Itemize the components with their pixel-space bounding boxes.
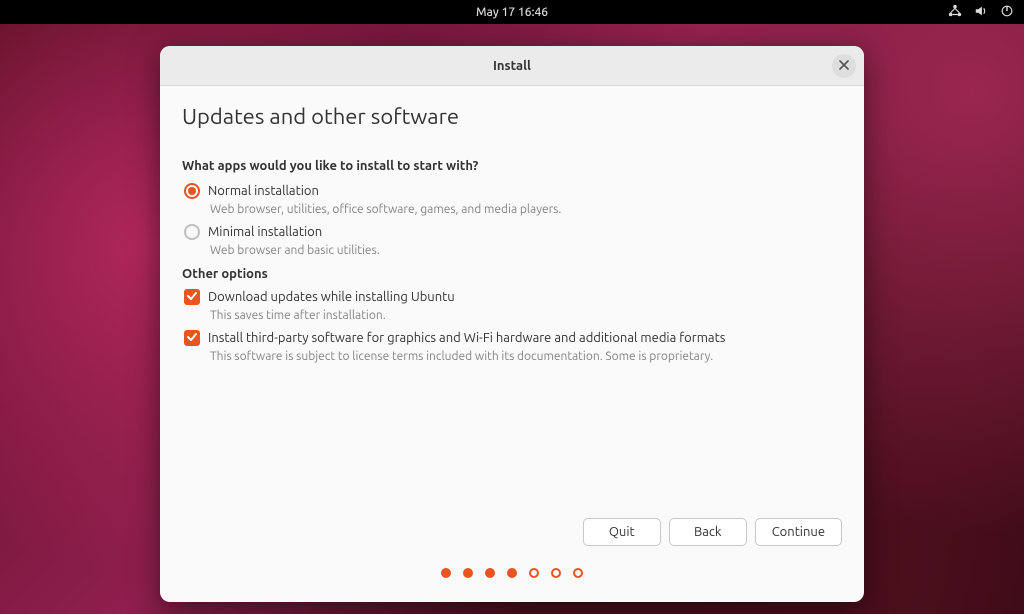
window-titlebar[interactable]: Install [160, 46, 864, 86]
continue-button[interactable]: Continue [755, 518, 842, 546]
progress-dot-3 [485, 568, 495, 578]
network-icon[interactable] [948, 4, 962, 21]
radio-input-normal[interactable] [184, 183, 200, 199]
progress-dots [160, 556, 864, 602]
other-options-heading: Other options [182, 267, 842, 281]
radio-input-minimal[interactable] [184, 224, 200, 240]
close-icon [839, 59, 849, 73]
installer-content: Updates and other software What apps wou… [160, 86, 864, 512]
radio-desc-minimal: Web browser and basic utilities. [210, 244, 842, 257]
checkbox-desc-thirdparty: This software is subject to license term… [210, 350, 842, 363]
checkbox-input-updates[interactable] [184, 289, 200, 305]
top-bar-indicators [948, 4, 1014, 21]
button-bar: Quit Back Continue [160, 512, 864, 556]
close-button[interactable] [832, 54, 856, 78]
checkbox-label-updates: Download updates while installing Ubuntu [208, 290, 455, 304]
apps-question: What apps would you like to install to s… [182, 159, 842, 173]
clock[interactable]: May 17 16:46 [476, 6, 548, 19]
progress-dot-5 [529, 568, 539, 578]
radio-desc-normal: Web browser, utilities, office software,… [210, 203, 842, 216]
power-icon[interactable] [1000, 4, 1014, 21]
radio-label-normal: Normal installation [208, 184, 319, 198]
window-title: Install [493, 59, 531, 73]
radio-normal-installation[interactable]: Normal installation [184, 183, 842, 199]
progress-dot-7 [573, 568, 583, 578]
checkbox-input-thirdparty[interactable] [184, 330, 200, 346]
progress-dot-6 [551, 568, 561, 578]
radio-minimal-installation[interactable]: Minimal installation [184, 224, 842, 240]
checkbox-third-party[interactable]: Install third-party software for graphic… [184, 330, 842, 346]
installer-window: Install Updates and other software What … [160, 46, 864, 602]
quit-button[interactable]: Quit [583, 518, 661, 546]
desktop-wallpaper: May 17 16:46 Install Updates and other s… [0, 0, 1024, 614]
back-button[interactable]: Back [669, 518, 747, 546]
volume-icon[interactable] [974, 4, 988, 21]
check-icon [186, 288, 198, 306]
progress-dot-1 [441, 568, 451, 578]
top-bar: May 17 16:46 [0, 0, 1024, 24]
progress-dot-2 [463, 568, 473, 578]
checkbox-download-updates[interactable]: Download updates while installing Ubuntu [184, 289, 842, 305]
checkbox-label-thirdparty: Install third-party software for graphic… [208, 331, 725, 345]
page-title: Updates and other software [182, 104, 842, 129]
progress-dot-4 [507, 568, 517, 578]
checkbox-desc-updates: This saves time after installation. [210, 309, 842, 322]
radio-label-minimal: Minimal installation [208, 225, 322, 239]
check-icon [186, 329, 198, 347]
